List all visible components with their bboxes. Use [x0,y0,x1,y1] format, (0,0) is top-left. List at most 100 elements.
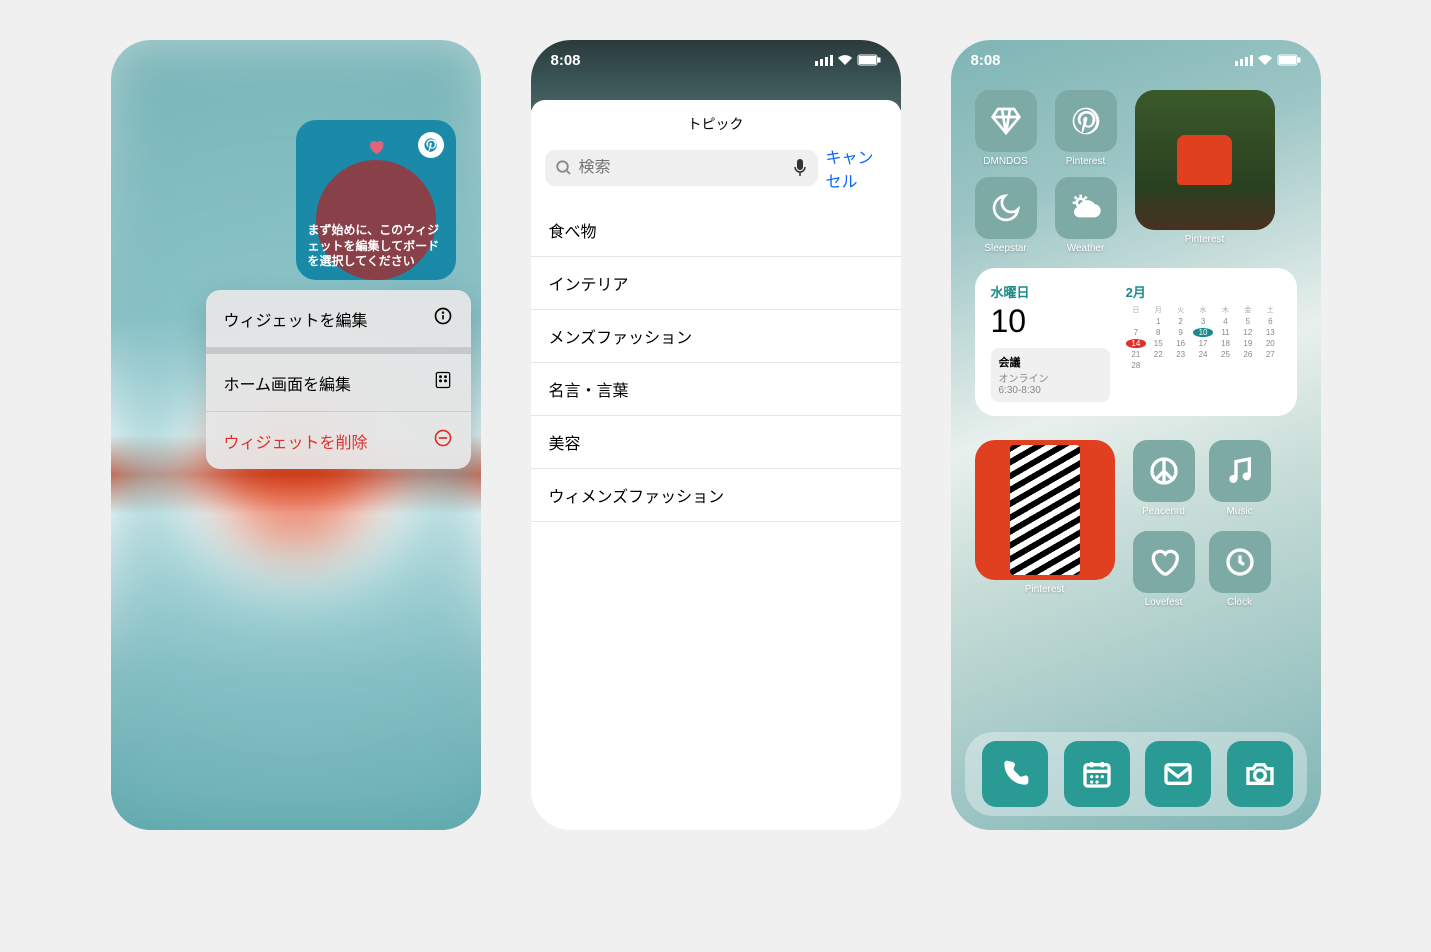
search-row: キャンセル [531,144,901,204]
search-icon [555,159,573,177]
topic-row[interactable]: 美容 [531,416,901,469]
apps-row-2: Sleepstar Weather [975,177,1117,254]
calendar-day: 2 [1170,317,1190,326]
month-label: 2月 [1126,282,1281,301]
app-peace[interactable]: Peacenrd [1133,440,1195,517]
apps-row-1: DMNDOS Pinterest [975,90,1117,167]
orange-chair [1177,135,1232,185]
remove-icon [433,428,453,453]
cancel-button[interactable]: キャンセル [826,144,887,192]
app-label: Weather [1055,243,1117,254]
topic-row[interactable]: ウィメンズファッション [531,469,901,522]
status-icons [815,54,881,66]
app-heart[interactable]: Lovefest [1133,531,1195,608]
camera-icon [1227,741,1293,807]
calendar-day: 13 [1260,328,1280,337]
apps-icon [433,370,453,395]
pinterest-fashion-widget[interactable] [975,440,1115,580]
calendar-day: 12 [1238,328,1258,337]
widget-label: Pinterest [1135,234,1275,245]
calendar-day: 18 [1215,339,1235,348]
calendar-day: 27 [1260,350,1280,359]
status-bar: 8:08 [531,40,901,80]
calendar-day: 8 [1148,328,1168,337]
striped-dress [1010,445,1080,575]
calendar-day: 23 [1170,350,1190,359]
calendar-day: 22 [1148,350,1168,359]
calendar-day: 3 [1193,317,1213,326]
calendar-day: 21 [1126,350,1146,359]
search-field[interactable] [579,159,786,177]
calendar-day: 28 [1126,361,1146,370]
calendar-event: 会議 オンライン 6:30-8:30 [991,348,1110,402]
topic-row[interactable]: インテリア [531,257,901,310]
topic-row[interactable]: メンズファッション [531,310,901,363]
app-mail[interactable] [1145,741,1207,807]
pinterest-widget[interactable]: まず始めに、このウィジェットを編集してボードを選択してください [296,120,456,280]
menu-item-edit-widget[interactable]: ウィジェットを編集 [206,290,471,348]
app-label: DMNDOS [975,156,1037,167]
app-label: Peacenrd [1133,506,1195,517]
calendar-widget[interactable]: 水曜日 10 会議 オンライン 6:30-8:30 2月 日月火水木金土1234… [975,268,1297,416]
calendar-day: 9 [1170,328,1190,337]
pinterest-photo-widget[interactable] [1135,90,1275,230]
widget-label: Pinterest [975,584,1115,595]
phone-home-screen: 8:08 DMNDOS Pinterest Sleepstar Weather Pi… [951,40,1321,830]
weekday-header: 木 [1215,305,1235,315]
calendar-day: 7 [1126,328,1146,337]
calendar-day: 5 [1238,317,1258,326]
peace-icon [1133,440,1195,502]
status-bar: 8:08 [951,40,1321,80]
app-label: Sleepstar [975,243,1037,254]
event-title: 会議 [999,354,1102,370]
search-input[interactable] [545,150,818,186]
app-weather[interactable]: Weather [1055,177,1117,254]
calendar-day: 4 [1215,317,1235,326]
app-clock[interactable]: Clock [1209,531,1271,608]
calendar-day: 25 [1215,350,1235,359]
phone-icon [982,741,1048,807]
apps-side-grid: Peacenrd Music Lovefest Clock [1133,440,1271,608]
calendar-day: 10 [1193,328,1213,337]
topic-row[interactable]: 名言・言葉 [531,363,901,416]
app-diamond[interactable]: DMNDOS [975,90,1037,167]
calendar-day: 17 [1193,339,1213,348]
pinterest-icon [1055,90,1117,152]
topic-sheet: トピック キャンセル 食べ物インテリアメンズファッション名言・言葉美容ウィメンズ… [531,100,901,830]
calendar-day: 19 [1238,339,1258,348]
widget-prompt-text: まず始めに、このウィジェットを編集してボードを選択してください [308,223,444,270]
weekday-header: 火 [1170,305,1190,315]
topic-row[interactable]: 食べ物 [531,204,901,257]
calendar-day: 15 [1148,339,1168,348]
status-time: 8:08 [551,52,581,69]
top-widgets-row: DMNDOS Pinterest Sleepstar Weather Pintere… [951,80,1321,254]
dock [965,732,1307,816]
status-icons [1235,54,1301,66]
app-pinterest[interactable]: Pinterest [1055,90,1117,167]
calendar-day: 20 [1260,339,1280,348]
menu-item-delete-widget[interactable]: ウィジェットを削除 [206,412,471,469]
app-label: Music [1209,506,1271,517]
app-music[interactable]: Music [1209,440,1271,517]
weekday-header: 土 [1260,305,1280,315]
info-icon [433,306,453,331]
heart-icon [367,138,385,161]
calendar-day: 26 [1238,350,1258,359]
day-number: 10 [991,303,1110,340]
calendar-grid: 日月火水木金土123456789101112131415161718192021… [1126,305,1281,370]
calendar-day: 11 [1215,328,1235,337]
event-location: オンライン [999,370,1102,385]
topic-list: 食べ物インテリアメンズファッション名言・言葉美容ウィメンズファッション [531,204,901,522]
app-camera[interactable] [1227,741,1289,807]
photo-widget-container: Pinterest [1135,90,1275,254]
menu-item-edit-home[interactable]: ホーム画面を編集 [206,354,471,412]
app-phone[interactable] [982,741,1044,807]
app-label: Clock [1209,597,1271,608]
app-moon[interactable]: Sleepstar [975,177,1037,254]
app-calendar[interactable] [1064,741,1126,807]
sheet-title: トピック [531,100,901,144]
pinterest-icon [418,132,444,158]
mic-icon[interactable] [792,158,808,178]
bottom-widgets-row: Pinterest Peacenrd Music Lovefest Clock [951,430,1321,618]
heart-icon [1133,531,1195,593]
